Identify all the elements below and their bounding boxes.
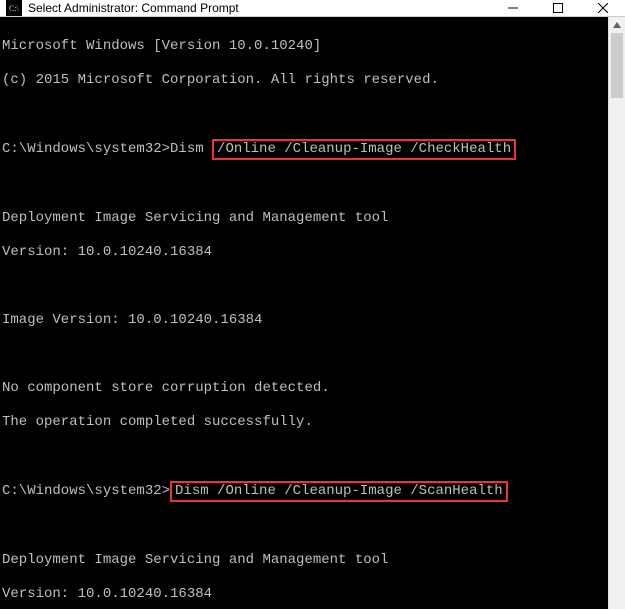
titlebar[interactable]: C:\ Select Administrator: Command Prompt bbox=[0, 0, 625, 17]
minimize-button[interactable] bbox=[490, 0, 535, 16]
prompt-text: C:\Windows\system32>Dism bbox=[2, 141, 212, 157]
output-line bbox=[2, 346, 604, 363]
prompt-line: C:\Windows\system32>Dism /Online /Cleanu… bbox=[2, 140, 604, 159]
cmd-icon: C:\ bbox=[6, 0, 22, 16]
vertical-scrollbar[interactable] bbox=[608, 17, 625, 609]
close-button[interactable] bbox=[580, 0, 625, 16]
output-line: Version: 10.0.10240.16384 bbox=[2, 244, 604, 261]
output-line: No component store corruption detected. bbox=[2, 380, 604, 397]
scrollbar-track[interactable] bbox=[609, 33, 625, 609]
prompt-line: C:\Windows\system32>Dism /Online /Cleanu… bbox=[2, 482, 604, 501]
output-line bbox=[2, 448, 604, 465]
output-line: Deployment Image Servicing and Managemen… bbox=[2, 210, 604, 227]
output-line: Version: 10.0.10240.16384 bbox=[2, 586, 604, 603]
output-line bbox=[2, 106, 604, 123]
output-line bbox=[2, 176, 604, 193]
output-line: The operation completed successfully. bbox=[2, 414, 604, 431]
output-line bbox=[2, 278, 604, 295]
output-line: Microsoft Windows [Version 10.0.10240] bbox=[2, 38, 604, 55]
command-prompt-window: C:\ Select Administrator: Command Prompt… bbox=[0, 0, 625, 609]
highlighted-command: Dism /Online /Cleanup-Image /ScanHealth bbox=[170, 481, 508, 502]
scroll-up-button[interactable] bbox=[609, 17, 625, 33]
console-body: Microsoft Windows [Version 10.0.10240] (… bbox=[0, 17, 625, 609]
svg-text:C:\: C:\ bbox=[9, 4, 20, 13]
highlighted-command: /Online /Cleanup-Image /CheckHealth bbox=[212, 139, 516, 160]
output-line: Image Version: 10.0.10240.16384 bbox=[2, 312, 604, 329]
prompt-text: C:\Windows\system32> bbox=[2, 483, 170, 499]
output-line: (c) 2015 Microsoft Corporation. All righ… bbox=[2, 72, 604, 89]
window-title: Select Administrator: Command Prompt bbox=[28, 1, 490, 15]
terminal-output[interactable]: Microsoft Windows [Version 10.0.10240] (… bbox=[0, 17, 608, 609]
scrollbar-thumb[interactable] bbox=[611, 33, 623, 98]
maximize-button[interactable] bbox=[535, 0, 580, 16]
output-line bbox=[2, 518, 604, 535]
window-controls bbox=[490, 0, 625, 16]
output-line: Deployment Image Servicing and Managemen… bbox=[2, 552, 604, 569]
